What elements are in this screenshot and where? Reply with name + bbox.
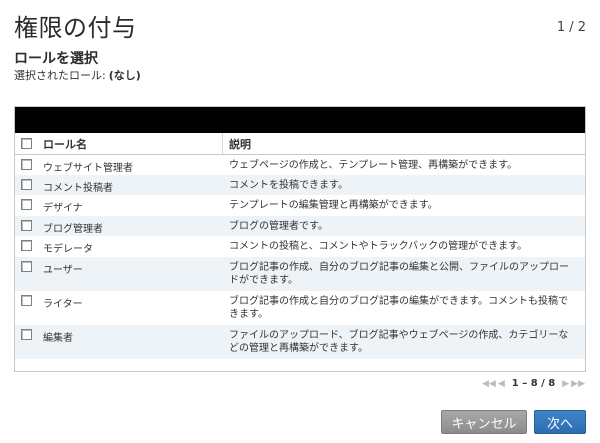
role-name: ライター bbox=[43, 299, 83, 310]
row-checkbox[interactable] bbox=[20, 240, 32, 251]
select-all-checkbox[interactable] bbox=[20, 138, 32, 149]
role-name: モデレータ bbox=[43, 244, 93, 255]
table-row[interactable]: デザイナ テンプレートの編集管理と再構築ができます。 bbox=[15, 195, 585, 216]
selected-roles-value: (なし) bbox=[108, 69, 141, 82]
next-page-icon[interactable]: ▶ bbox=[562, 379, 569, 389]
table-row[interactable]: ユーザー ブログ記事の作成、自分のブログ記事の編集と公開、ファイルのアップロード… bbox=[15, 257, 585, 291]
role-name: ユーザー bbox=[43, 265, 83, 276]
role-name: ブログ管理者 bbox=[43, 224, 103, 235]
roles-table: ロール名 説明 ウェブサイト管理者 ウェブページの作成と、テンプレート管理、再構… bbox=[14, 106, 586, 372]
role-description: ファイルのアップロード、ブログ記事やウェブページの作成、カテゴリーなどの管理と再… bbox=[229, 330, 569, 354]
role-description: ブログ記事の作成、自分のブログ記事の編集と公開、ファイルのアップロードができます… bbox=[229, 262, 569, 286]
role-name: ウェブサイト管理者 bbox=[43, 163, 133, 174]
row-checkbox[interactable] bbox=[20, 295, 32, 306]
selected-roles-label: 選択されたロール: bbox=[14, 69, 106, 82]
row-checkbox[interactable] bbox=[20, 199, 32, 210]
page-title: 権限の付与 bbox=[14, 14, 137, 42]
first-page-icon[interactable]: ◀◀ bbox=[482, 379, 496, 389]
pagination: ◀◀ ◀ 1 – 8 / 8 ▶ ▶▶ bbox=[481, 378, 586, 389]
column-header-description: 説明 bbox=[229, 137, 251, 151]
table-toolbar bbox=[15, 107, 585, 133]
role-name: 編集者 bbox=[43, 333, 73, 344]
role-description: ブログの管理者です。 bbox=[229, 221, 328, 232]
column-header-role-name[interactable]: ロール名 bbox=[37, 133, 223, 154]
section-title: ロールを選択 bbox=[14, 51, 98, 67]
table-row[interactable]: ウェブサイト管理者 ウェブページの作成と、テンプレート管理、再構築ができます。 bbox=[15, 155, 585, 175]
role-description: ブログ記事の作成と自分のブログ記事の編集ができます。コメントも投稿できます。 bbox=[229, 296, 568, 320]
selected-roles: 選択されたロール: (なし) bbox=[14, 67, 141, 83]
prev-page-icon[interactable]: ◀ bbox=[498, 379, 505, 389]
table-row[interactable]: ライター ブログ記事の作成と自分のブログ記事の編集ができます。コメントも投稿でき… bbox=[15, 291, 585, 325]
last-page-icon[interactable]: ▶▶ bbox=[571, 379, 585, 389]
table-row[interactable]: ブログ管理者 ブログの管理者です。 bbox=[15, 216, 585, 236]
next-button[interactable]: 次へ bbox=[534, 410, 586, 434]
role-description: ウェブページの作成と、テンプレート管理、再構築ができます。 bbox=[229, 160, 518, 171]
role-name: デザイナ bbox=[43, 203, 83, 214]
row-checkbox[interactable] bbox=[20, 220, 32, 231]
role-description: コメントの投稿と、コメントやトラックバックの管理ができます。 bbox=[229, 241, 528, 252]
role-description: テンプレートの編集管理と再構築ができます。 bbox=[229, 200, 438, 211]
table-header: ロール名 説明 bbox=[15, 133, 585, 155]
row-checkbox[interactable] bbox=[20, 179, 32, 190]
cancel-button[interactable]: キャンセル bbox=[441, 410, 527, 434]
table-row[interactable]: 編集者 ファイルのアップロード、ブログ記事やウェブページの作成、カテゴリーなどの… bbox=[15, 325, 585, 359]
row-checkbox[interactable] bbox=[20, 261, 32, 272]
role-name: コメント投稿者 bbox=[43, 183, 113, 194]
step-indicator: 1 / 2 bbox=[556, 20, 586, 35]
row-checkbox[interactable] bbox=[20, 329, 32, 340]
table-row[interactable]: モデレータ コメントの投稿と、コメントやトラックバックの管理ができます。 bbox=[15, 236, 585, 257]
role-description: コメントを投稿できます。 bbox=[229, 180, 348, 191]
table-row[interactable]: コメント投稿者 コメントを投稿できます。 bbox=[15, 175, 585, 195]
dialog-header: 権限の付与 1 / 2 bbox=[14, 8, 586, 44]
page-range: 1 – 8 / 8 bbox=[511, 378, 556, 389]
row-checkbox[interactable] bbox=[20, 159, 32, 170]
